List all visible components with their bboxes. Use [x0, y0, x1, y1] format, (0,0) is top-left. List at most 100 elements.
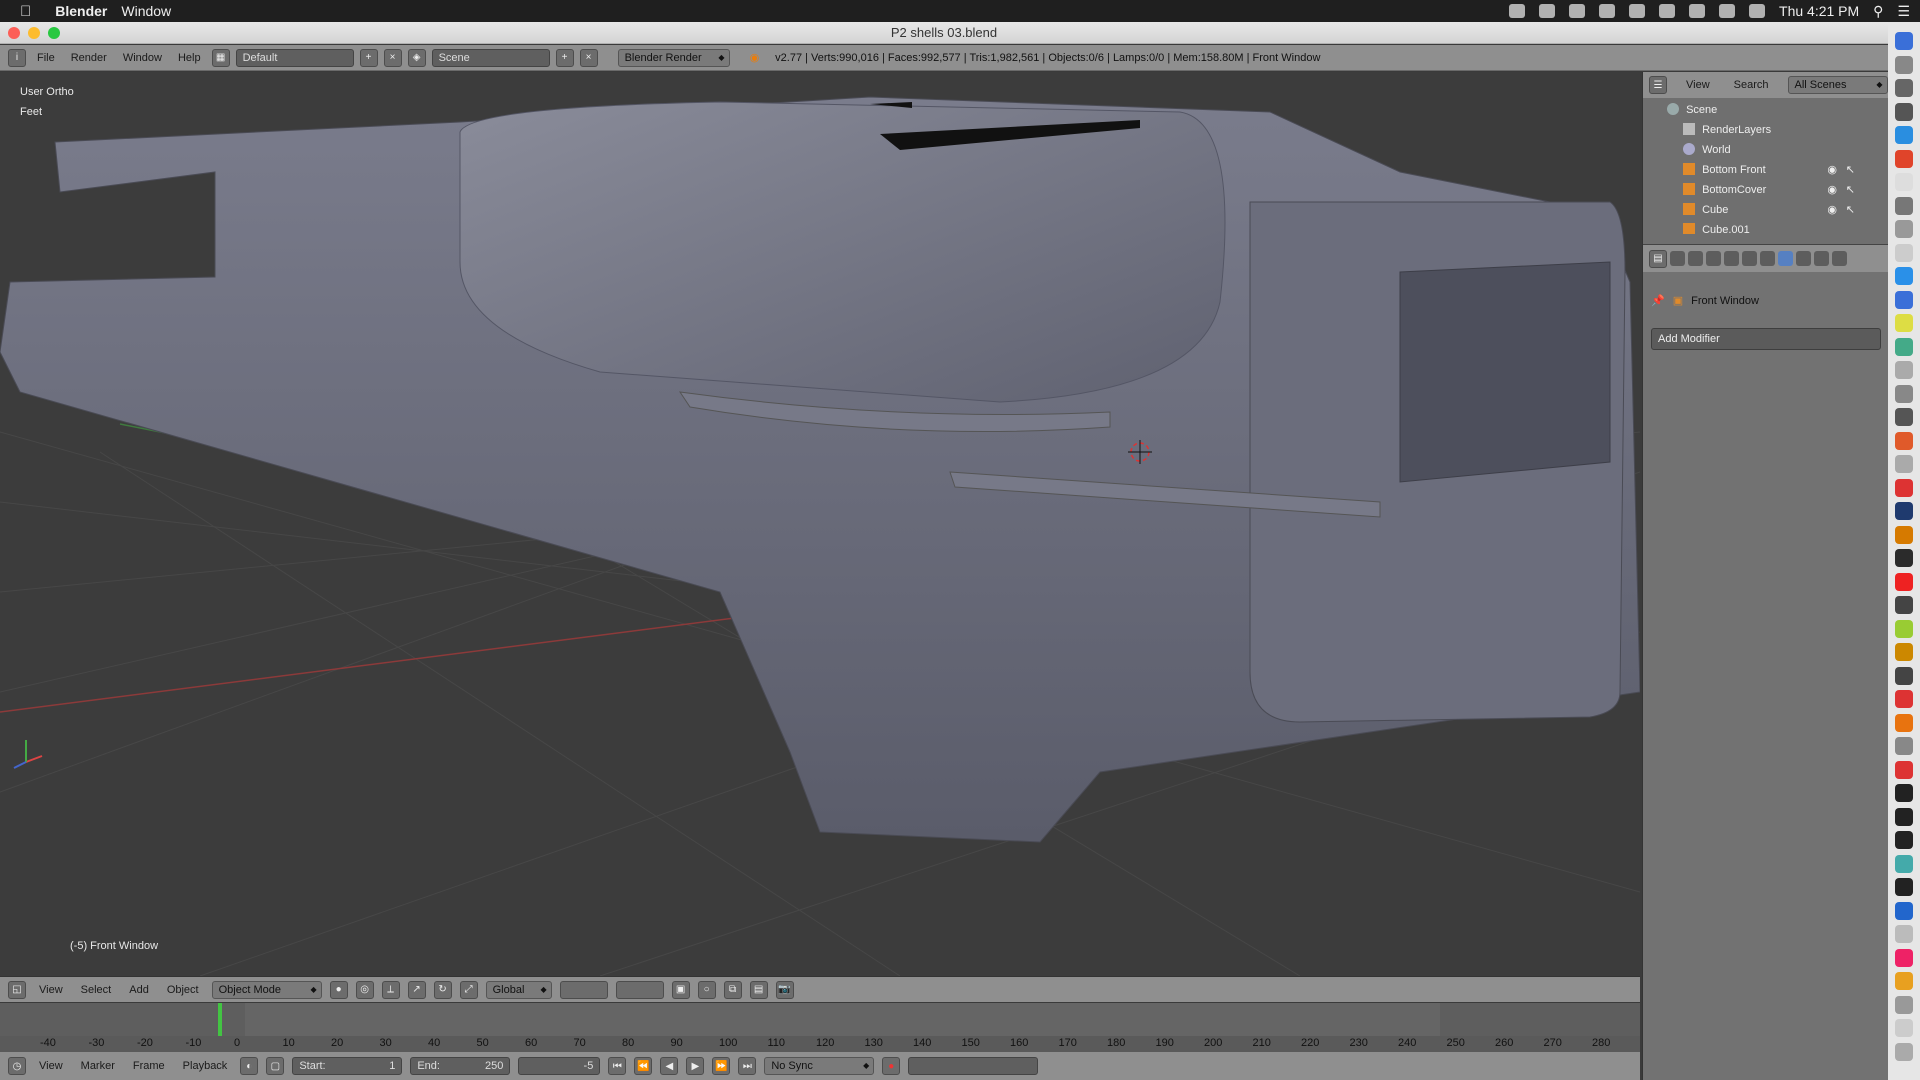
dock-app-icon[interactable] — [1895, 878, 1913, 896]
scene-icon[interactable]: ◈ — [407, 48, 426, 67]
start-frame-field[interactable]: Start: 1 — [292, 1057, 403, 1075]
menu-add[interactable]: Add — [124, 981, 154, 999]
menu-object[interactable]: Object — [162, 981, 204, 999]
pivot-icon[interactable]: ◎ — [355, 980, 374, 999]
clock[interactable]: Thu 4:21 PM — [1779, 3, 1859, 19]
dock-app-icon[interactable] — [1895, 643, 1913, 661]
menu-help[interactable]: Help — [173, 49, 206, 67]
camera-icon[interactable] — [1539, 4, 1556, 18]
dock-app-icon[interactable] — [1895, 196, 1913, 215]
layout-field[interactable]: Default — [235, 48, 354, 67]
dock-app-icon[interactable] — [1895, 713, 1913, 732]
layers-grid-2[interactable] — [615, 980, 664, 999]
translate-icon[interactable]: ↗ — [407, 980, 426, 999]
spotlight-icon[interactable]: ⚲ — [1873, 3, 1883, 20]
model-front-window-opening[interactable] — [1399, 261, 1611, 483]
remove-layout-icon[interactable]: × — [383, 48, 402, 67]
outliner-row-cube[interactable]: Cube ◉ ↖ — [1643, 200, 1889, 220]
editor-type-3d-icon[interactable]: ◱ — [8, 980, 26, 999]
snap-icon[interactable]: ⧉ — [723, 980, 742, 999]
modifiers-tab-icon[interactable] — [1778, 251, 1793, 266]
jump-end-icon[interactable]: ⏭ — [738, 1057, 757, 1075]
manipulator-icon[interactable]: ⟂ — [381, 980, 400, 999]
dock-app-icon[interactable] — [1895, 102, 1913, 121]
add-modifier-button[interactable]: Add Modifier — [1651, 328, 1881, 350]
outliner-row-renderlayers[interactable]: RenderLayers — [1643, 120, 1889, 140]
outliner-filter-select[interactable]: All Scenes — [1787, 76, 1888, 94]
creative-cloud-icon[interactable] — [1509, 4, 1526, 18]
dock-app-icon[interactable] — [1895, 784, 1913, 802]
shading-icon[interactable]: ● — [329, 980, 348, 999]
dock-app-icon[interactable] — [1895, 854, 1913, 873]
dock-app-icon[interactable] — [1895, 925, 1913, 943]
properties-editor-icon[interactable]: ▤ — [1649, 249, 1667, 268]
menu-view[interactable]: View — [34, 981, 68, 999]
current-frame-marker[interactable] — [218, 1003, 222, 1036]
visibility-eye-icon[interactable]: ◉ — [1827, 160, 1837, 180]
object-tab-icon[interactable] — [1742, 251, 1757, 266]
dock-app-icon[interactable] — [1895, 337, 1913, 356]
selectable-cursor-icon[interactable]: ↖ — [1846, 160, 1855, 180]
layers-grid-1[interactable] — [559, 980, 608, 999]
proportional-edit-icon[interactable]: ○ — [697, 980, 716, 999]
dock-app-icon[interactable] — [1895, 79, 1913, 97]
outliner[interactable]: Scene RenderLayers World Bottom Front ◉ … — [1643, 98, 1889, 238]
record-icon[interactable]: ● — [882, 1057, 901, 1075]
sync-select[interactable]: No Sync — [764, 1057, 875, 1075]
selectable-cursor-icon[interactable]: ↖ — [1846, 200, 1855, 220]
dock-app-icon[interactable] — [1895, 1019, 1913, 1037]
remove-scene-icon[interactable]: × — [579, 48, 598, 67]
dock-app-icon[interactable] — [1895, 126, 1913, 144]
pin-icon[interactable]: 📌 — [1651, 294, 1665, 307]
eject-icon[interactable] — [1629, 4, 1646, 18]
menu-frame[interactable]: Frame — [128, 1057, 170, 1075]
render-layers-tab-icon[interactable] — [1688, 251, 1703, 266]
world-tab-icon[interactable] — [1724, 251, 1739, 266]
texture-tab-icon[interactable] — [1832, 251, 1847, 266]
dock-app-icon[interactable] — [1895, 55, 1913, 74]
dock-app-icon[interactable] — [1895, 455, 1913, 473]
dock-app-icon[interactable] — [1895, 549, 1913, 567]
dock-app-icon[interactable] — [1895, 666, 1913, 685]
dock-app-icon[interactable] — [1895, 314, 1913, 332]
dock-app-icon[interactable] — [1895, 572, 1913, 591]
dock-app-icon[interactable] — [1895, 220, 1913, 238]
time-machine-icon[interactable] — [1599, 4, 1616, 18]
mode-select[interactable]: Object Mode — [211, 980, 322, 999]
add-layout-icon[interactable]: + — [359, 48, 378, 67]
minimize-window-button[interactable] — [28, 27, 40, 39]
dock-app-icon[interactable] — [1895, 149, 1913, 168]
close-window-button[interactable] — [8, 27, 20, 39]
dock-app-icon[interactable] — [1895, 972, 1913, 990]
dock-app-icon[interactable] — [1895, 690, 1913, 708]
outliner-row-cube-001[interactable]: Cube.001 — [1643, 220, 1889, 234]
rotate-icon[interactable]: ↻ — [433, 980, 452, 999]
layer-lock-icon[interactable]: ▣ — [671, 980, 690, 999]
display-icon[interactable] — [1719, 4, 1736, 18]
dock-app-icon[interactable] — [1895, 807, 1913, 826]
dock-app-icon[interactable] — [1895, 525, 1913, 544]
menu-file[interactable]: File — [32, 49, 60, 67]
app-menu[interactable]: Blender — [55, 3, 107, 19]
dock-app-icon[interactable] — [1895, 596, 1913, 614]
dock-app-icon[interactable] — [1895, 290, 1913, 309]
apple-menu-icon[interactable]:  — [20, 3, 31, 20]
menu-playback[interactable]: Playback — [178, 1057, 233, 1075]
outliner-row-scene[interactable]: Scene — [1643, 100, 1889, 120]
dock-app-icon[interactable] — [1895, 243, 1913, 262]
dock-app-icon[interactable] — [1895, 901, 1913, 920]
dock-app-icon[interactable] — [1895, 1042, 1913, 1061]
window-menu[interactable]: Window — [121, 3, 171, 19]
outliner-view-menu[interactable]: View — [1681, 76, 1715, 94]
scene-field[interactable]: Scene — [431, 48, 550, 67]
outliner-search-menu[interactable]: Search — [1729, 76, 1774, 94]
data-tab-icon[interactable] — [1796, 251, 1811, 266]
visibility-eye-icon[interactable]: ◉ — [1827, 200, 1837, 220]
material-tab-icon[interactable] — [1814, 251, 1829, 266]
dock-app-icon[interactable] — [1895, 737, 1913, 755]
render-engine-select[interactable]: Blender Render — [617, 48, 730, 67]
menu-marker[interactable]: Marker — [76, 1057, 120, 1075]
wifi-icon[interactable] — [1689, 4, 1706, 18]
scale-icon[interactable]: ⤢ — [459, 980, 478, 999]
menu-window[interactable]: Window — [118, 49, 167, 67]
